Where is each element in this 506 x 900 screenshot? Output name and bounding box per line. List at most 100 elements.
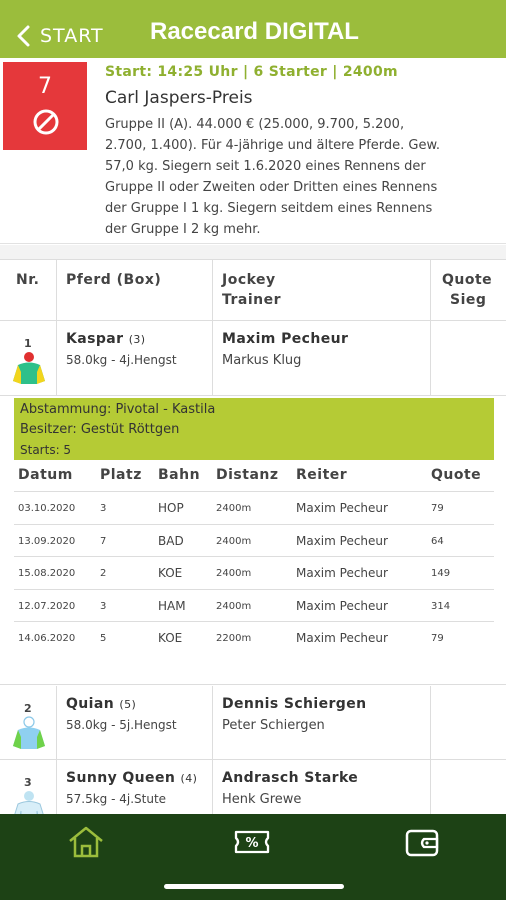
wallet-icon (405, 829, 439, 857)
table-row: 03.10.2020 3 HOP 2400m Maxim Pecheur 79 (14, 492, 494, 525)
column-divider (56, 321, 57, 395)
header-quote: Quote (442, 272, 493, 288)
runner-row[interactable]: 1 Kaspar (3) 58.0kg - 4j.Hengst Maxim Pe… (0, 321, 506, 396)
column-divider (430, 686, 431, 759)
home-icon (69, 826, 103, 858)
no-entry-icon (33, 109, 59, 135)
form-header-platz: Platz (100, 467, 142, 483)
trainer-name: Markus Klug (222, 353, 302, 368)
form-quote: 79 (431, 503, 444, 514)
box-number: (3) (128, 333, 146, 346)
form-distanz: 2400m (216, 535, 252, 547)
jockey-name: Dennis Schiergen (222, 696, 367, 712)
column-divider (430, 260, 431, 320)
betting-button[interactable]: % (232, 824, 272, 860)
form-distanz: 2200m (216, 633, 252, 644)
back-button[interactable]: START (14, 22, 104, 50)
column-divider (430, 321, 431, 395)
form-reiter: Maxim Pecheur (296, 566, 388, 580)
form-platz: 3 (100, 503, 107, 514)
jockey-silks-icon (13, 352, 45, 384)
race-info: 7 Start: 14:25 Uhr | 6 Starter | 2400m C… (0, 58, 506, 244)
form-header-reiter: Reiter (296, 467, 348, 483)
form-reiter: Maxim Pecheur (296, 501, 388, 515)
race-meta: Start: 14:25 Uhr | 6 Starter | 2400m (105, 64, 398, 80)
starts-count: Starts: 5 (20, 443, 72, 457)
form-bahn: HOP (158, 501, 184, 515)
box-number: (4) (180, 772, 198, 785)
form-bahn: BAD (158, 533, 184, 548)
race-description: Gruppe II (A). 44.000 € (25.000, 9.700, … (105, 117, 441, 237)
chevron-left-icon (17, 25, 30, 47)
column-divider (212, 321, 213, 395)
horse-info: 58.0kg - 5j.Hengst (66, 718, 177, 732)
table-row: 12.07.2020 3 HAM 2400m Maxim Pecheur 314 (14, 590, 494, 622)
table-header: Nr. Pferd (Box) Jockey Trainer Quote Sie… (0, 259, 506, 321)
table-row: 14.06.2020 5 KOE 2200m Maxim Pecheur 79 (14, 622, 494, 655)
table-row: 13.09.2020 7 BAD 2400m Maxim Pecheur 64 (14, 525, 494, 557)
header-pferd: Pferd (Box) (66, 272, 162, 288)
home-indicator (164, 884, 344, 889)
form-reiter: Maxim Pecheur (296, 598, 388, 613)
jockey-silks-icon (13, 716, 45, 749)
runner-number: 3 (24, 776, 32, 789)
form-datum: 03.10.2020 (18, 503, 76, 514)
home-button[interactable] (66, 824, 106, 860)
form-distanz: 2400m (216, 568, 252, 579)
column-divider (212, 260, 213, 320)
form-reiter: Maxim Pecheur (296, 631, 388, 645)
form-header-distanz: Distanz (216, 467, 279, 483)
form-header-quote: Quote (431, 467, 482, 483)
form-quote: 64 (431, 535, 444, 547)
trainer-name: Henk Grewe (222, 792, 302, 807)
trainer-name: Peter Schiergen (222, 718, 325, 733)
form-header-bahn: Bahn (158, 467, 201, 483)
form-header-row: Datum Platz Bahn Distanz Reiter Quote (14, 462, 494, 492)
form-datum: 12.07.2020 (18, 600, 76, 612)
form-datum: 13.09.2020 (18, 535, 76, 547)
form-datum: 14.06.2020 (18, 633, 76, 644)
betting-ticket-icon: % (234, 830, 270, 854)
header-trainer: Trainer (222, 292, 282, 308)
jockey-name: Andrasch Starke (222, 770, 359, 786)
horse-info: 57.5kg - 4j.Stute (66, 792, 167, 806)
form-reiter: Maxim Pecheur (296, 533, 388, 548)
horse-name: Sunny Queen (4) (66, 770, 198, 786)
form-quote: 79 (431, 633, 444, 644)
column-divider (56, 260, 57, 320)
form-distanz: 2400m (216, 503, 252, 514)
header-jockey: Jockey (222, 272, 276, 288)
form-bahn: KOE (158, 631, 183, 645)
runner-number: 1 (24, 337, 32, 350)
form-platz: 2 (100, 568, 107, 579)
form-quote: 149 (431, 568, 451, 579)
race-name: Carl Jaspers-Preis (105, 88, 253, 108)
pedigree-text: Abstammung: Pivotal - Kastila (20, 402, 216, 417)
owner-text: Besitzer: Gestüt Röttgen (20, 422, 180, 437)
runner-row[interactable]: 2 Quian (5) 58.0kg - 5j.Hengst Dennis Sc… (0, 686, 506, 760)
form-bahn: KOE (158, 566, 183, 580)
box-number: (5) (119, 698, 137, 711)
horse-details: Abstammung: Pivotal - Kastila Besitzer: … (14, 398, 494, 460)
section-gap (0, 245, 506, 259)
horse-info: 58.0kg - 4j.Hengst (66, 353, 177, 367)
runner-number: 2 (24, 702, 32, 715)
svg-text:%: % (245, 836, 258, 851)
jockey-name: Maxim Pecheur (222, 331, 349, 347)
form-datum: 15.08.2020 (18, 568, 76, 579)
header-sieg: Sieg (450, 292, 487, 308)
form-quote: 314 (431, 600, 451, 612)
form-platz: 3 (100, 600, 107, 612)
form-platz: 5 (100, 633, 107, 644)
form-distanz: 2400m (216, 600, 252, 612)
form-platz: 7 (100, 535, 107, 547)
form-bahn: HAM (158, 598, 186, 613)
back-label: START (40, 25, 104, 47)
horse-name: Quian (5) (66, 696, 137, 712)
form-header-datum: Datum (18, 467, 73, 483)
app-title: Racecard DIGITAL (150, 18, 359, 45)
race-number-badge: 7 (3, 62, 87, 150)
race-number: 7 (38, 74, 52, 99)
wallet-button[interactable] (402, 824, 442, 860)
table-row: 15.08.2020 2 KOE 2400m Maxim Pecheur 149 (14, 557, 494, 590)
